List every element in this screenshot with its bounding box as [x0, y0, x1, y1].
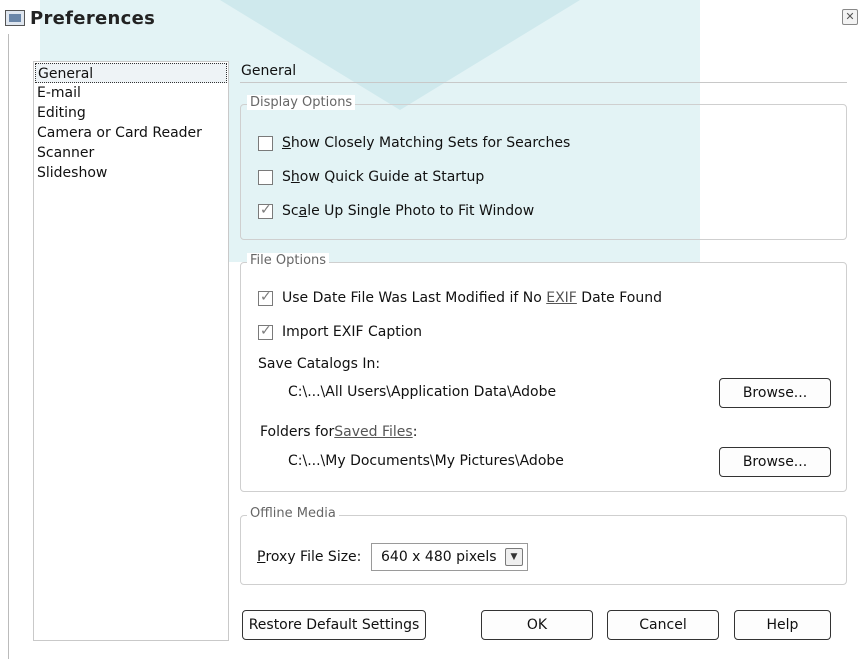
window-title: Preferences [30, 8, 156, 29]
cancel-button[interactable]: Cancel [607, 610, 719, 640]
save-catalogs-label: Save Catalogs In: [258, 356, 381, 372]
label-text: S [282, 169, 291, 185]
sidebar-item-camera[interactable]: Camera or Card Reader [35, 123, 227, 143]
label-text: : [412, 424, 418, 440]
sidebar-item-scanner[interactable]: Scanner [35, 143, 227, 163]
label-text: how Closely Matching Sets for Searches [290, 135, 571, 151]
file-options-label: File Options [247, 253, 330, 268]
access-key: h [290, 169, 300, 185]
title-bar[interactable]: Preferences ✕ [0, 0, 861, 34]
show-quick-guide-checkbox[interactable] [258, 169, 273, 185]
display-options-label: Display Options [247, 95, 356, 110]
access-key: a [298, 203, 308, 219]
scale-up-checkbox[interactable] [258, 202, 273, 219]
save-catalogs-path: C:\...\All Users\Application Data\Adobe [288, 384, 557, 400]
proxy-file-size-value: 640 x 480 pixels [381, 549, 497, 565]
exif-link[interactable]: EXIF [546, 290, 577, 306]
label-text: Date Found [576, 290, 662, 306]
show-quick-guide-label: Show Quick Guide at Startup [282, 169, 484, 185]
saved-files-label: Folders for Saved Files: [260, 424, 417, 440]
ok-button[interactable]: OK [481, 610, 593, 640]
label-text: le Up Single Photo to Fit Window [307, 203, 535, 219]
label-text: ow Quick Guide at Startup [299, 169, 485, 185]
restore-defaults-button[interactable]: Restore Default Settings [242, 610, 426, 640]
access-key: S [282, 135, 291, 151]
label-text: roxy File Size: [265, 549, 362, 565]
use-date-modified-option[interactable]: Use Date File Was Last Modified if No EX… [258, 289, 662, 306]
close-icon[interactable]: ✕ [842, 9, 858, 25]
preferences-app-icon [5, 10, 25, 26]
sidebar-item-general[interactable]: General [35, 63, 227, 83]
browse-saved-files-button[interactable]: Browse... [719, 447, 831, 477]
proxy-file-size-select[interactable]: 640 x 480 pixels ▼ [371, 543, 528, 571]
sidebar-item-editing[interactable]: Editing [35, 103, 227, 123]
use-date-modified-checkbox[interactable] [258, 289, 273, 306]
show-matching-sets-option[interactable]: Show Closely Matching Sets for Searches [258, 135, 570, 151]
offline-media-label: Offline Media [247, 506, 339, 521]
saved-files-link[interactable]: Saved Files [334, 424, 412, 440]
section-divider [240, 82, 847, 83]
section-title: General [241, 63, 297, 79]
import-exif-label: Import EXIF Caption [282, 324, 423, 340]
scale-up-label: Scale Up Single Photo to Fit Window [282, 203, 534, 219]
show-matching-sets-label: Show Closely Matching Sets for Searches [282, 135, 570, 151]
label-text: Sc [282, 203, 299, 219]
chevron-down-icon[interactable]: ▼ [505, 548, 523, 566]
help-button[interactable]: Help [734, 610, 831, 640]
proxy-file-size-label: Proxy File Size: [257, 549, 361, 565]
browse-catalogs-button[interactable]: Browse... [719, 378, 831, 408]
access-key: P [257, 549, 266, 565]
category-list[interactable]: General E-mail Editing Camera or Card Re… [33, 61, 229, 641]
label-text: Folders for [260, 424, 335, 440]
import-exif-option[interactable]: Import EXIF Caption [258, 323, 423, 340]
saved-files-path: C:\...\My Documents\My Pictures\Adobe [288, 453, 564, 469]
show-matching-sets-checkbox[interactable] [258, 135, 273, 151]
sidebar-item-email[interactable]: E-mail [35, 83, 227, 103]
scale-up-option[interactable]: Scale Up Single Photo to Fit Window [258, 202, 534, 219]
show-quick-guide-option[interactable]: Show Quick Guide at Startup [258, 169, 484, 185]
import-exif-checkbox[interactable] [258, 323, 273, 340]
use-date-modified-label: Use Date File Was Last Modified if No EX… [282, 290, 662, 306]
label-text: Use Date File Was Last Modified if No [282, 290, 547, 306]
sidebar-item-slideshow[interactable]: Slideshow [35, 163, 227, 183]
